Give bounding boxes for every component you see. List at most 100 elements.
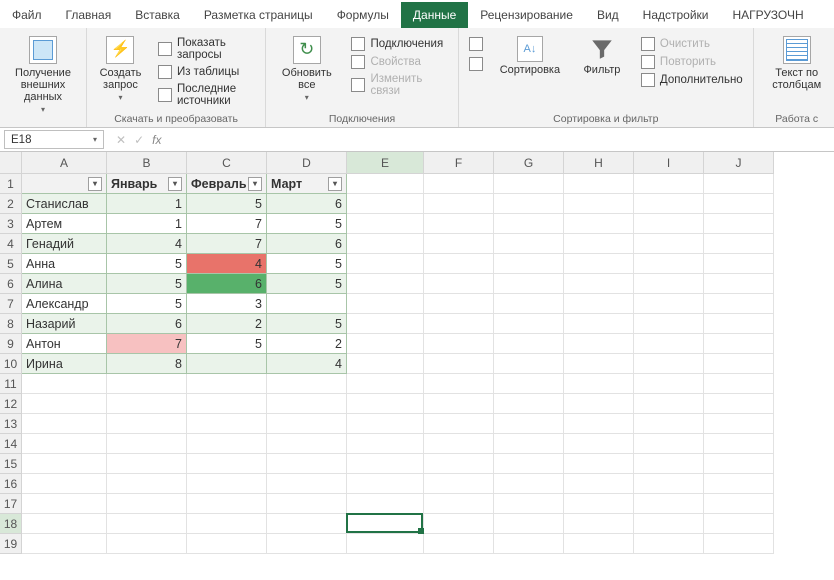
cell-J8[interactable] (704, 314, 774, 334)
advanced-filter-button[interactable]: Дополнительно (639, 72, 745, 88)
cell-H3[interactable] (564, 214, 634, 234)
text-to-columns-button[interactable]: Текст по столбцам (762, 32, 832, 91)
table-header-d[interactable]: Март (267, 174, 347, 194)
cell-A8[interactable]: Назарий (22, 314, 107, 334)
cell-I12[interactable] (634, 394, 704, 414)
cell-E8[interactable] (347, 314, 424, 334)
cell-J4[interactable] (704, 234, 774, 254)
cell-C4[interactable]: 7 (187, 234, 267, 254)
cell-G2[interactable] (494, 194, 564, 214)
cell-H12[interactable] (564, 394, 634, 414)
cell-E5[interactable] (347, 254, 424, 274)
cell-E2[interactable] (347, 194, 424, 214)
cell-C15[interactable] (187, 454, 267, 474)
cell-A9[interactable]: Антон (22, 334, 107, 354)
cell-C14[interactable] (187, 434, 267, 454)
tab-load[interactable]: НАГРУЗОЧН (721, 2, 816, 28)
filter-dropdown-icon[interactable] (168, 177, 182, 191)
row-header-18[interactable]: 18 (0, 514, 22, 534)
cell-A3[interactable]: Артем (22, 214, 107, 234)
cell-D17[interactable] (267, 494, 347, 514)
cell-I18[interactable] (634, 514, 704, 534)
cell-I19[interactable] (634, 534, 704, 554)
cell-H6[interactable] (564, 274, 634, 294)
cell-A17[interactable] (22, 494, 107, 514)
cell-F13[interactable] (424, 414, 494, 434)
from-table-button[interactable]: Из таблицы (156, 64, 257, 80)
cell-B12[interactable] (107, 394, 187, 414)
row-header-11[interactable]: 11 (0, 374, 22, 394)
cell-H9[interactable] (564, 334, 634, 354)
cell-F8[interactable] (424, 314, 494, 334)
cell-D14[interactable] (267, 434, 347, 454)
cancel-icon[interactable]: ✕ (116, 133, 126, 147)
cell-B5[interactable]: 5 (107, 254, 187, 274)
cell-A19[interactable] (22, 534, 107, 554)
cell-H19[interactable] (564, 534, 634, 554)
cell-D13[interactable] (267, 414, 347, 434)
cell-E11[interactable] (347, 374, 424, 394)
cell-B18[interactable] (107, 514, 187, 534)
cell-C18[interactable] (187, 514, 267, 534)
tab-file[interactable]: Файл (0, 2, 54, 28)
cell-F5[interactable] (424, 254, 494, 274)
cell-C19[interactable] (187, 534, 267, 554)
cell-I15[interactable] (634, 454, 704, 474)
cell-D10[interactable]: 4 (267, 354, 347, 374)
tab-review[interactable]: Рецензирование (468, 2, 585, 28)
cell-F19[interactable] (424, 534, 494, 554)
row-header-14[interactable]: 14 (0, 434, 22, 454)
cell-E19[interactable] (347, 534, 424, 554)
cell-A18[interactable] (22, 514, 107, 534)
cell-C10[interactable] (187, 354, 267, 374)
cell-F3[interactable] (424, 214, 494, 234)
cell-G18[interactable] (494, 514, 564, 534)
row-header-10[interactable]: 10 (0, 354, 22, 374)
cell-D4[interactable]: 6 (267, 234, 347, 254)
cell-A11[interactable] (22, 374, 107, 394)
cell-I6[interactable] (634, 274, 704, 294)
table-header-a[interactable] (22, 174, 107, 194)
cell-J13[interactable] (704, 414, 774, 434)
cell-A4[interactable]: Генадий (22, 234, 107, 254)
cell-G16[interactable] (494, 474, 564, 494)
cell-E18[interactable] (347, 514, 424, 534)
cell-G4[interactable] (494, 234, 564, 254)
cell-I10[interactable] (634, 354, 704, 374)
accept-icon[interactable]: ✓ (134, 133, 144, 147)
cell-D2[interactable]: 6 (267, 194, 347, 214)
cell-C6[interactable]: 6 (187, 274, 267, 294)
tab-view[interactable]: Вид (585, 2, 631, 28)
cell-D18[interactable] (267, 514, 347, 534)
row-header-17[interactable]: 17 (0, 494, 22, 514)
cell-G7[interactable] (494, 294, 564, 314)
connections-button[interactable]: Подключения (349, 36, 449, 52)
refresh-all-button[interactable]: Обновить все ▾ (274, 32, 339, 103)
cell-H17[interactable] (564, 494, 634, 514)
cell-H7[interactable] (564, 294, 634, 314)
cell-A5[interactable]: Анна (22, 254, 107, 274)
formula-input[interactable] (169, 128, 834, 151)
col-header-B[interactable]: B (107, 152, 187, 174)
cell-F14[interactable] (424, 434, 494, 454)
name-box[interactable]: E18 ▾ (4, 130, 104, 149)
cell-F7[interactable] (424, 294, 494, 314)
cell-A14[interactable] (22, 434, 107, 454)
sort-desc-button[interactable] (467, 56, 485, 72)
cell-D15[interactable] (267, 454, 347, 474)
cell-J3[interactable] (704, 214, 774, 234)
cell-C13[interactable] (187, 414, 267, 434)
cells-area[interactable]: ЯнварьФевральМартСтанислав156Артем175Ген… (22, 174, 774, 554)
col-header-J[interactable]: J (704, 152, 774, 174)
col-header-E[interactable]: E (347, 152, 424, 174)
cell-E17[interactable] (347, 494, 424, 514)
cell-G8[interactable] (494, 314, 564, 334)
cell-B9[interactable]: 7 (107, 334, 187, 354)
sort-asc-button[interactable] (467, 36, 485, 52)
filter-dropdown-icon[interactable] (328, 177, 342, 191)
cell-F15[interactable] (424, 454, 494, 474)
cell-C5[interactable]: 4 (187, 254, 267, 274)
cell-E1[interactable] (347, 174, 424, 194)
row-header-3[interactable]: 3 (0, 214, 22, 234)
cell-B6[interactable]: 5 (107, 274, 187, 294)
